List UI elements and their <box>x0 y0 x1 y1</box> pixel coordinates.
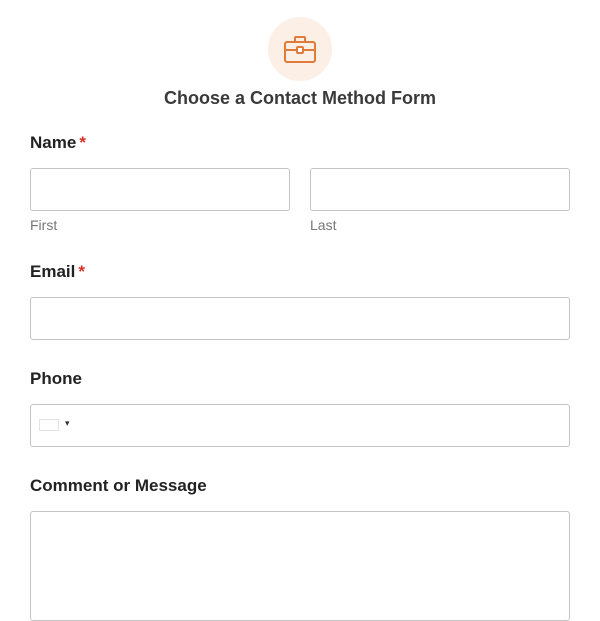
name-label: Name <box>30 133 77 152</box>
country-flag-icon <box>39 419 59 431</box>
comment-label: Comment or Message <box>30 476 207 495</box>
required-marker: * <box>78 262 85 281</box>
comment-textarea[interactable] <box>30 511 570 621</box>
last-name-sublabel: Last <box>310 217 337 233</box>
email-label: Email <box>30 262 76 281</box>
email-input[interactable] <box>30 297 570 340</box>
first-name-sublabel: First <box>30 217 58 233</box>
first-name-input[interactable] <box>30 168 290 211</box>
chevron-down-icon: ▾ <box>65 418 70 428</box>
last-name-input[interactable] <box>310 168 570 211</box>
email-label-row: Email * <box>30 262 85 282</box>
country-selector[interactable]: ▾ <box>31 405 75 446</box>
form-header-icon-circle <box>268 17 332 81</box>
phone-label: Phone <box>30 369 82 388</box>
name-label-row: Name * <box>30 133 86 153</box>
briefcase-icon <box>284 36 316 63</box>
phone-input[interactable]: ▾ <box>30 404 570 447</box>
form-title: Choose a Contact Method Form <box>163 88 436 108</box>
required-marker: * <box>79 133 86 152</box>
